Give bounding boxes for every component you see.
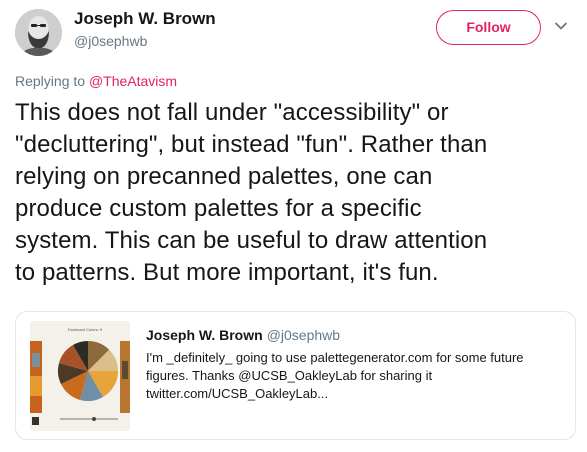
tweet-line: produce custom palettes for a specific <box>15 195 422 222</box>
replying-prefix: Replying to <box>15 73 86 89</box>
quote-line: I'm _definitely_ going to use palettegen… <box>146 350 524 365</box>
replying-to: Replying to @TheAtavism <box>15 73 177 89</box>
author-handle[interactable]: @j0sephwb <box>74 33 147 49</box>
tweet-text: This does not fall under "accessibility"… <box>15 97 575 289</box>
tweet-line: relying on precanned palettes, one can <box>15 163 433 190</box>
tweet-line: system. This can be useful to draw atten… <box>15 227 488 254</box>
tweet-line: to patterns. But more important, it's fu… <box>15 259 439 286</box>
quote-author: Joseph W. Brown @j0sephwb <box>146 327 340 343</box>
quote-link[interactable]: twitter.com/UCSB_OakleyLab... <box>146 385 566 403</box>
quote-thumbnail-image: Dominant Colors: 9 <box>30 321 130 431</box>
follow-button[interactable]: Follow <box>436 10 541 45</box>
author-name[interactable]: Joseph W. Brown <box>74 9 216 29</box>
tweet-line: This does not fall under "accessibility"… <box>15 99 449 126</box>
quote-author-handle: @j0sephwb <box>266 327 341 343</box>
avatar[interactable] <box>15 9 62 56</box>
tweet-line: "decluttering", but instead "fun". Rathe… <box>15 131 488 158</box>
quote-line: figures. Thanks @UCSB_OakleyLab for shar… <box>146 368 433 383</box>
thumb-caption: Dominant Colors: 9 <box>68 327 103 332</box>
quote-author-name: Joseph W. Brown <box>146 327 263 343</box>
chevron-down-icon[interactable] <box>553 18 569 34</box>
quoted-tweet[interactable]: Dominant Colors: 9 Joseph W. Brown @j0sep… <box>15 311 576 440</box>
tweet-header: Joseph W. Brown @j0sephwb Follow <box>0 0 587 62</box>
reply-mention-link[interactable]: @TheAtavism <box>89 73 177 89</box>
quote-text: I'm _definitely_ going to use palettegen… <box>146 349 566 403</box>
